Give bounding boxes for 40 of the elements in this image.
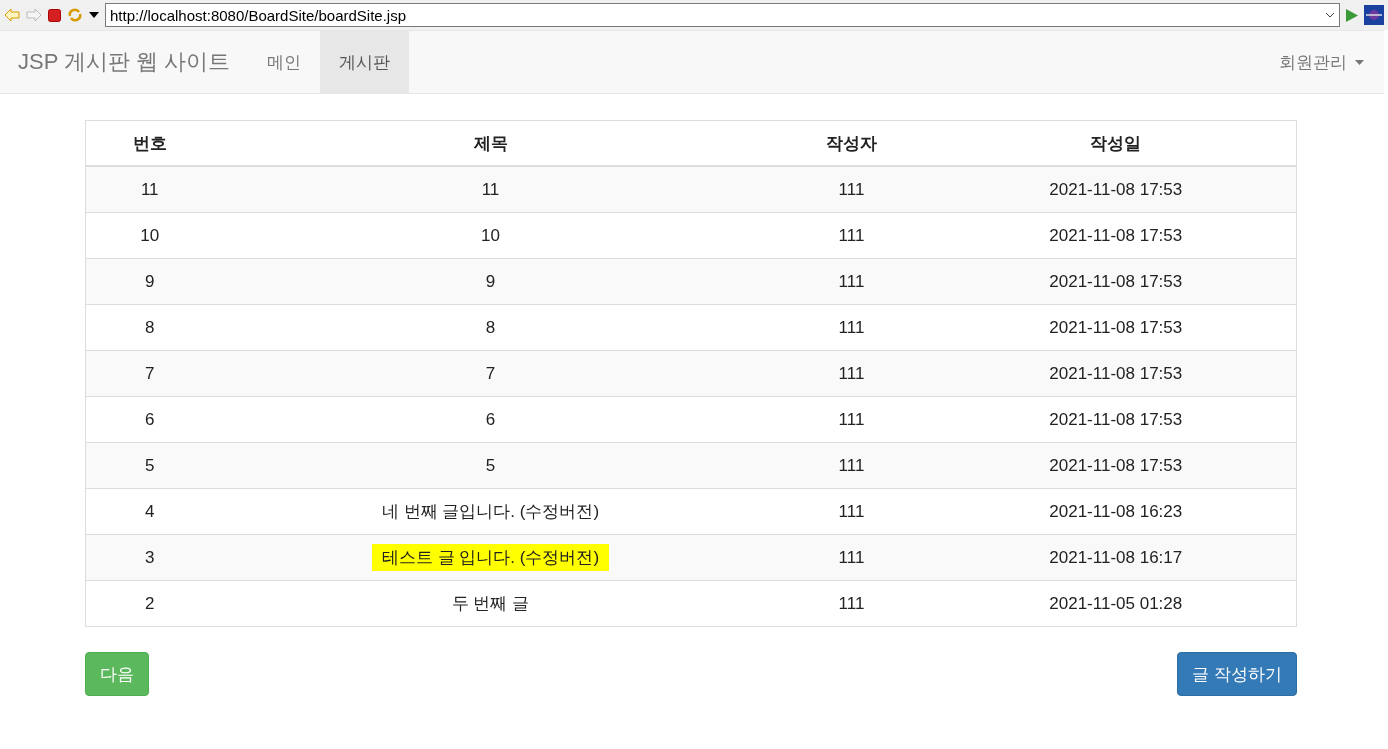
nav-link[interactable]: 게시판 <box>320 31 410 93</box>
member-menu-dropdown[interactable]: 회원관리 <box>1269 31 1384 93</box>
author-cell: 111 <box>767 258 936 305</box>
author-cell: 111 <box>767 166 936 213</box>
chevron-down-icon[interactable] <box>1325 12 1335 18</box>
post-title-link[interactable]: 10 <box>481 225 500 245</box>
post-number-cell: 7 <box>85 350 214 397</box>
author-cell: 111 <box>767 350 936 397</box>
post-title-link[interactable]: 5 <box>485 455 496 475</box>
date-cell: 2021-11-08 17:53 <box>935 350 1297 397</box>
author-cell: 111 <box>767 580 936 627</box>
go-play-icon[interactable] <box>1346 8 1358 22</box>
post-number-cell: 11 <box>85 166 214 213</box>
post-title-link[interactable]: 9 <box>485 271 496 291</box>
author-cell: 111 <box>767 534 936 581</box>
date-cell: 2021-11-08 17:53 <box>935 258 1297 305</box>
site-brand[interactable]: JSP 게시판 웹 사이트 <box>0 31 249 93</box>
url-field[interactable]: http://localhost:8080/BoardSite/boardSite.jsp <box>105 3 1340 27</box>
nav-link[interactable]: 메인 <box>248 31 321 93</box>
post-number-cell: 9 <box>85 258 214 305</box>
post-title-link[interactable]: 두 번째 글 <box>451 594 530 613</box>
dropdown-caret-icon[interactable] <box>89 12 99 18</box>
post-number-cell: 5 <box>85 442 214 489</box>
write-post-button[interactable]: 글 작성하기 <box>1177 652 1297 696</box>
date-cell: 2021-11-08 16:17 <box>935 534 1297 581</box>
highlighted-post-title-link[interactable]: 테스트 글 입니다. (수정버전) <box>371 544 610 571</box>
post-number-cell: 2 <box>85 580 214 627</box>
post-title-link[interactable]: 8 <box>485 317 496 337</box>
post-number-cell: 3 <box>85 534 214 581</box>
date-cell: 2021-11-05 01:28 <box>935 580 1297 627</box>
caret-icon <box>1355 59 1364 65</box>
post-title-link[interactable]: 네 번째 글입니다. (수정버전) <box>381 502 600 521</box>
post-title-link[interactable]: 11 <box>481 179 500 199</box>
date-cell: 2021-11-08 17:53 <box>935 442 1297 489</box>
globe-app-icon[interactable] <box>1364 5 1384 25</box>
date-cell: 2021-11-08 17:53 <box>935 166 1297 213</box>
stop-icon[interactable] <box>48 8 61 22</box>
author-cell: 111 <box>767 442 936 489</box>
post-title-link[interactable]: 6 <box>485 409 496 429</box>
post-title-link[interactable]: 7 <box>485 363 496 383</box>
